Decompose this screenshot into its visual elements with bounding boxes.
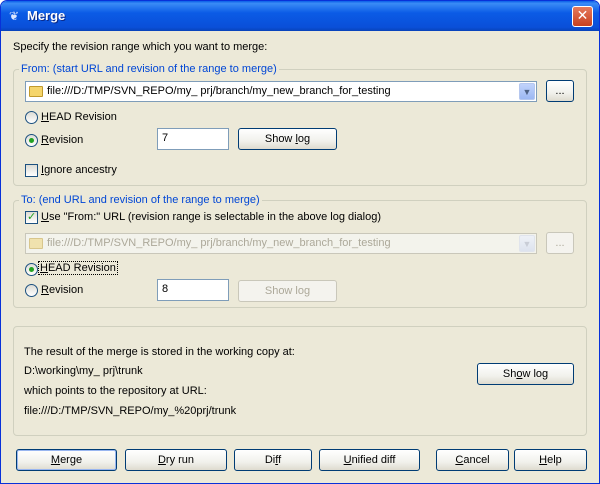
checkmark-icon: ✓ <box>27 210 37 223</box>
result-show-log-button[interactable]: Show log <box>477 363 574 385</box>
chevron-down-icon[interactable]: ▼ <box>519 235 535 252</box>
merge-button[interactable]: Merge <box>16 449 117 471</box>
from-show-log-button[interactable]: Show log <box>238 128 337 150</box>
ignore-ancestry-label[interactable]: Ignore ancestry <box>41 164 117 176</box>
from-browse-button[interactable]: ... <box>546 80 574 102</box>
use-from-url-label[interactable]: Use "From:" URL (revision range is selec… <box>41 211 381 223</box>
to-url-combo[interactable]: file:///D:/TMP/SVN_REPO/my_ prj/branch/m… <box>25 233 537 254</box>
to-head-revision-label[interactable]: HEAD Revision <box>38 261 118 275</box>
chevron-down-icon[interactable]: ▼ <box>519 83 535 100</box>
result-line-1: The result of the merge is stored in the… <box>24 346 295 358</box>
instructions-text: Specify the revision range which you wan… <box>13 41 268 53</box>
to-revision-radio[interactable] <box>25 284 38 297</box>
from-group-legend: From: (start URL and revision of the ran… <box>19 63 279 75</box>
folder-icon <box>29 238 43 249</box>
close-icon: ✕ <box>576 8 589 24</box>
from-revision-label[interactable]: Revision <box>41 134 83 146</box>
to-show-log-button[interactable]: Show log <box>238 280 337 302</box>
to-url-value: file:///D:/TMP/SVN_REPO/my_ prj/branch/m… <box>47 237 391 249</box>
working-copy-path: D:\working\my_ prj\trunk <box>24 365 143 377</box>
to-head-revision-radio[interactable] <box>25 263 38 276</box>
from-revision-radio[interactable] <box>25 134 38 147</box>
merge-dialog: ❦ Merge ✕ Specify the revision range whi… <box>0 0 600 484</box>
result-line-2: which points to the repository at URL: <box>24 385 207 397</box>
window-title: Merge <box>27 8 66 23</box>
tortoise-icon: ❦ <box>8 9 20 23</box>
from-head-revision-radio[interactable] <box>25 111 38 124</box>
help-button[interactable]: Help <box>514 449 587 471</box>
dry-run-button[interactable]: Dry run <box>125 449 227 471</box>
to-browse-button[interactable]: ... <box>546 232 574 254</box>
title-bar[interactable]: ❦ Merge ✕ <box>1 1 599 31</box>
to-revision-label[interactable]: Revision <box>41 284 83 296</box>
repository-url: file:///D:/TMP/SVN_REPO/my_%20prj/trunk <box>24 405 237 417</box>
close-button[interactable]: ✕ <box>572 6 593 27</box>
diff-button[interactable]: Diff <box>234 449 312 471</box>
folder-icon <box>29 86 43 97</box>
from-head-revision-label[interactable]: HEAD Revision <box>41 111 117 123</box>
from-url-combo[interactable]: file:///D:/TMP/SVN_REPO/my_ prj/branch/m… <box>25 81 537 102</box>
from-url-value: file:///D:/TMP/SVN_REPO/my_ prj/branch/m… <box>47 85 391 97</box>
cancel-button[interactable]: Cancel <box>436 449 509 471</box>
from-revision-input[interactable]: 7 <box>157 128 229 150</box>
to-revision-input[interactable]: 8 <box>157 279 229 301</box>
use-from-url-checkbox[interactable]: ✓ <box>25 210 38 224</box>
unified-diff-button[interactable]: Unified diff <box>319 449 420 471</box>
ignore-ancestry-checkbox[interactable] <box>25 164 38 177</box>
to-group-legend: To: (end URL and revision of the range t… <box>19 194 262 206</box>
